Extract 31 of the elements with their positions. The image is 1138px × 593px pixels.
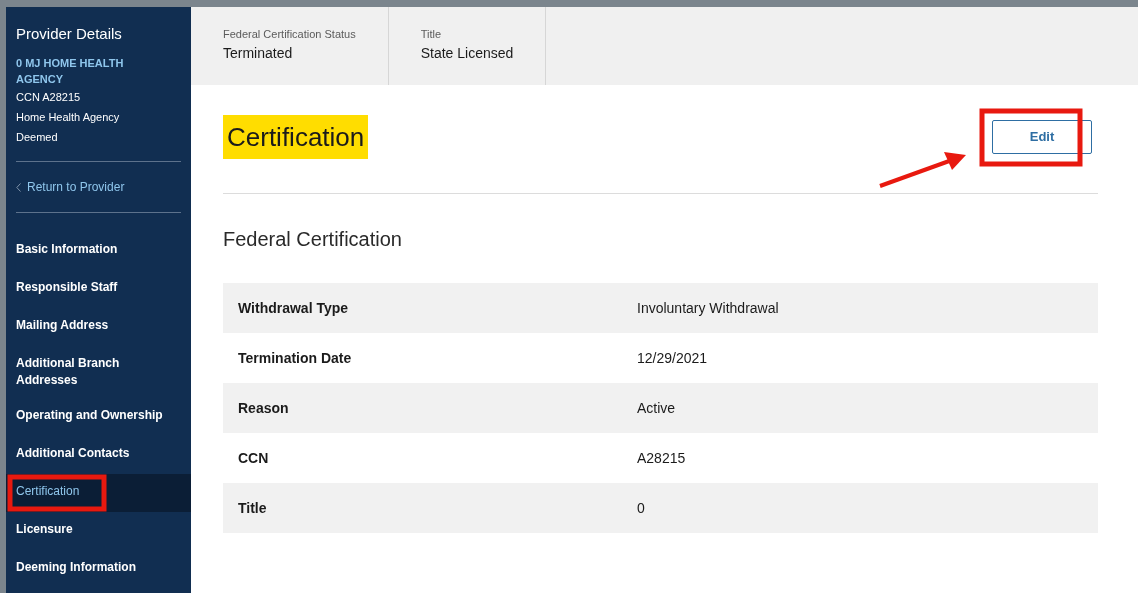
row-label: CCN [238, 448, 270, 468]
row-label: Reason [238, 398, 290, 418]
summary-value: State Licensed [420, 44, 514, 63]
provider-detail: CCN A28215 [16, 90, 82, 105]
sidebar-item[interactable]: Operating and Ownership [6, 398, 191, 436]
summary-label: Title [420, 27, 443, 41]
summary-value: Terminated [223, 44, 294, 63]
return-link[interactable]: Return to Provider [16, 178, 181, 196]
section-title: Federal Certification [223, 227, 403, 252]
row-value: Involuntary Withdrawal [637, 298, 779, 318]
sidebar-item[interactable]: Responsible Staff [6, 270, 191, 308]
row-label: Title [238, 498, 268, 518]
page-title: Certification [223, 115, 369, 159]
provider-name: 0 MJ HOME HEALTH AGENCY [16, 56, 125, 87]
row-label: Termination Date [238, 348, 353, 368]
sidebar-item[interactable]: Additional Contacts [6, 436, 191, 474]
sidebar-item[interactable]: Deeming Information [6, 550, 191, 588]
sidebar-item[interactable]: Licensure [6, 512, 191, 550]
summary-label: Federal Certification Status [223, 27, 356, 41]
row-label: Withdrawal Type [238, 298, 350, 318]
provider-detail: Home Health Agency [16, 110, 121, 125]
sidebar-item[interactable]: Basic Information [6, 232, 191, 270]
row-value: 12/29/2021 [637, 348, 708, 368]
sidebar-title: Provider Details [16, 25, 123, 43]
row-value: Active [637, 398, 676, 418]
sidebar-item[interactable]: Additional Branch Addresses [6, 346, 191, 398]
provider-detail: Deemed [16, 130, 59, 145]
row-value: A28215 [637, 448, 686, 468]
edit-button[interactable]: Edit [992, 120, 1092, 154]
row-value: 0 [637, 498, 645, 518]
sidebar-item[interactable]: Mailing Address [6, 308, 191, 346]
